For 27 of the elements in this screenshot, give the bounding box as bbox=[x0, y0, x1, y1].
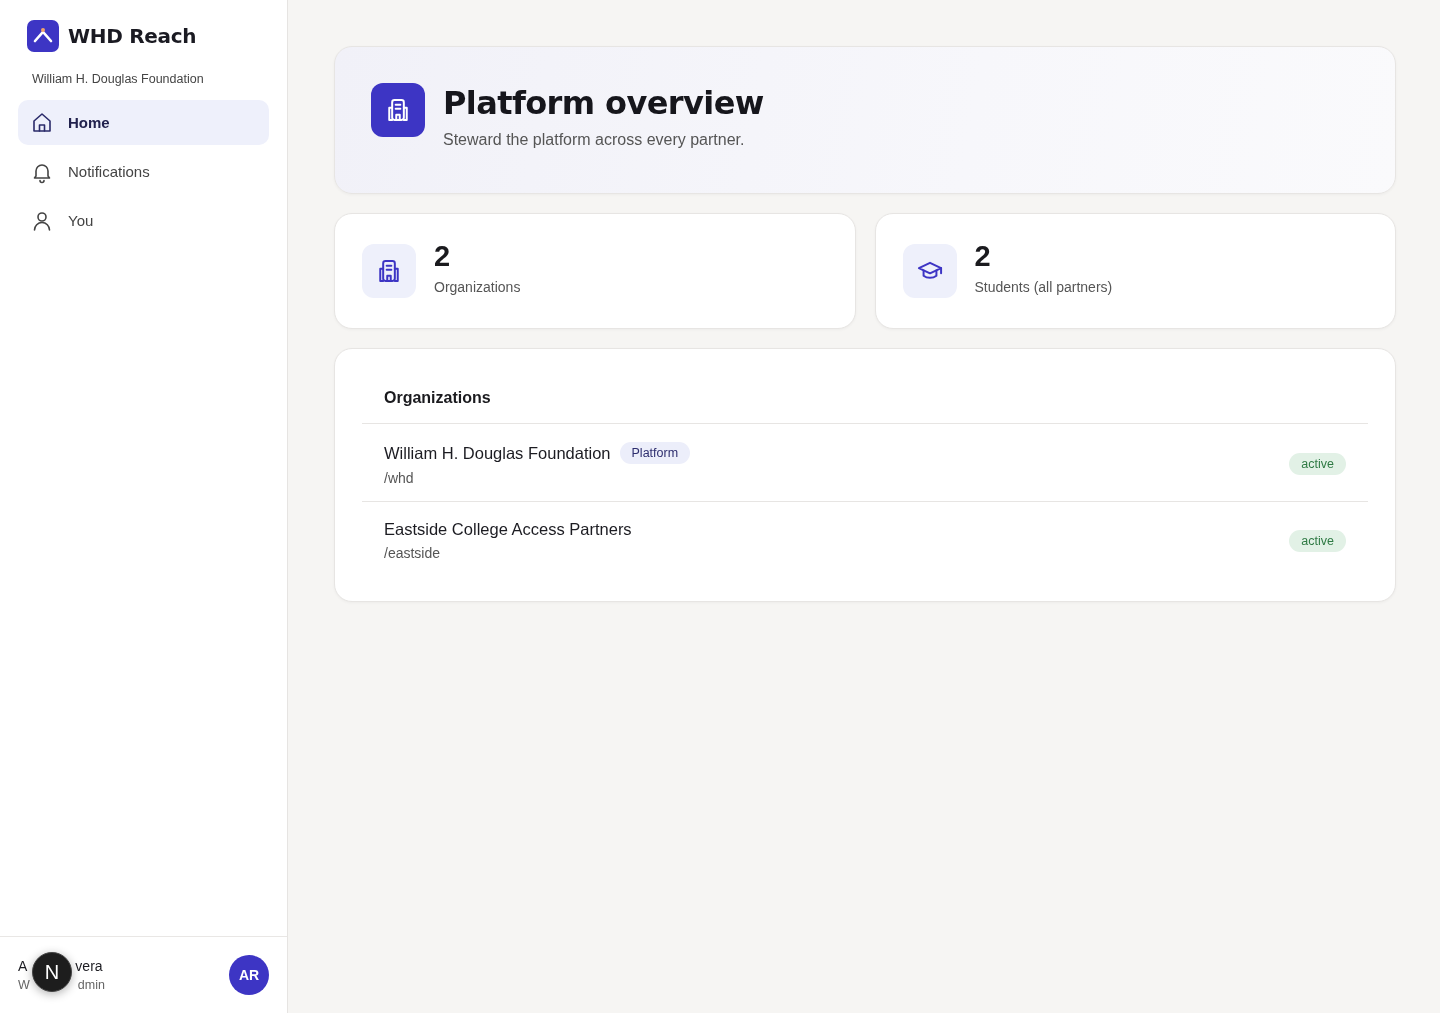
organization-name: William H. Douglas Foundation bbox=[32, 72, 204, 86]
status-badge: active bbox=[1289, 453, 1346, 475]
user-role: dmin bbox=[77, 978, 105, 992]
nav-item[interactable]: You bbox=[18, 198, 269, 243]
stat-label: Organizations bbox=[434, 278, 521, 295]
page-subtitle: Steward the platform across every partner. bbox=[443, 131, 746, 149]
status-badge: active bbox=[1289, 529, 1346, 552]
stat-value: 2 bbox=[974, 239, 992, 273]
user-name: vera bbox=[75, 958, 103, 974]
nav-item[interactable]: Notifications bbox=[18, 149, 269, 194]
stat-label: Students (all partners) bbox=[974, 278, 1113, 295]
organization-slug: /eastside bbox=[384, 545, 442, 561]
app-name: WHD Reach bbox=[68, 24, 197, 48]
nav-item[interactable]: Home bbox=[18, 100, 269, 145]
section-title: Organizations bbox=[383, 389, 492, 408]
app-logo-icon bbox=[27, 20, 59, 52]
dev-tools-badge[interactable]: N bbox=[32, 952, 72, 992]
organization-name[interactable]: William H. Douglas Foundation bbox=[384, 443, 611, 463]
stat-value: 2 bbox=[434, 239, 452, 273]
organization-name[interactable]: Eastside College Access Partners bbox=[384, 520, 632, 539]
home-icon bbox=[30, 110, 54, 135]
organization-tag: Platform bbox=[619, 442, 691, 464]
organization-slug: /whd bbox=[384, 470, 415, 486]
user-avatar[interactable]: AR bbox=[229, 955, 269, 995]
page-title: Platform overview bbox=[443, 83, 764, 123]
user-role: W bbox=[18, 978, 30, 992]
user-name: A bbox=[18, 958, 28, 974]
